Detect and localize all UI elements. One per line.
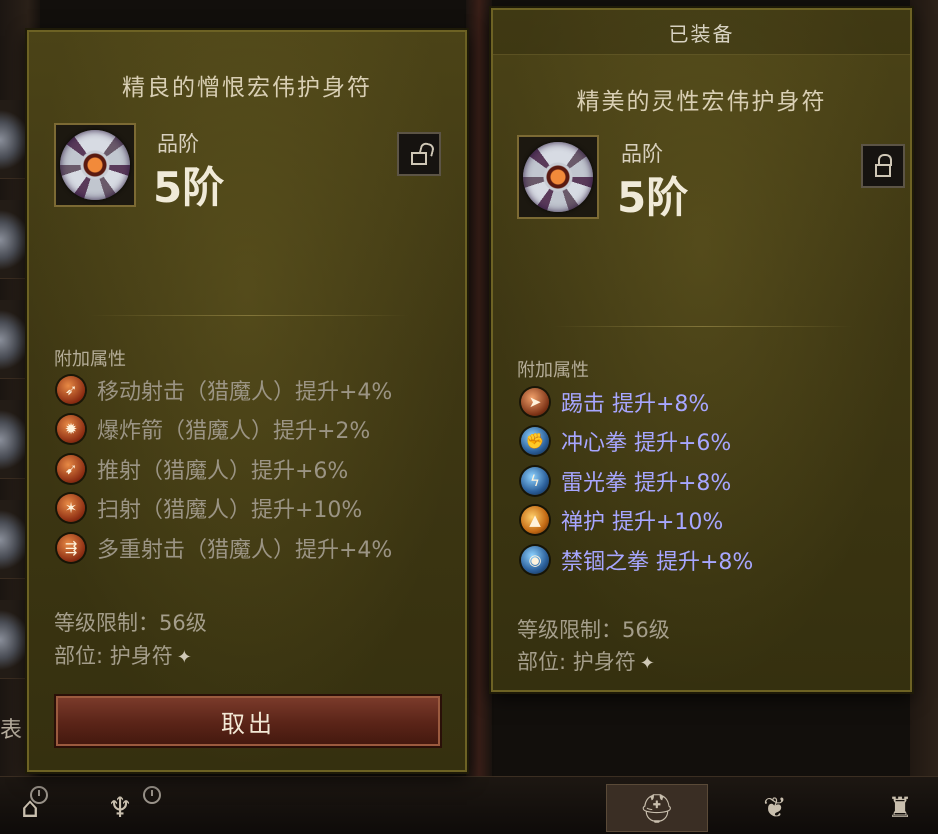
- affix-text: 雷光拳 提升+8%: [561, 470, 732, 496]
- multishot-icon: ⇶: [57, 533, 85, 562]
- item-thumbnail: [54, 123, 136, 207]
- affix-row: ✊ 冲心拳 提升+6%: [521, 422, 753, 462]
- divider: [89, 315, 409, 316]
- helmet-tab-icon[interactable]: ⛑: [606, 784, 708, 832]
- arrow-shot-icon: ➶: [57, 375, 85, 404]
- affix-row: ϟ 雷光拳 提升+8%: [521, 461, 753, 501]
- affix-text: 扫射（猎魔人）提升+10%: [97, 498, 363, 524]
- inventory-slot[interactable]: [0, 200, 28, 279]
- inventory-slot[interactable]: [0, 600, 28, 679]
- inventory-slot[interactable]: [0, 500, 28, 579]
- affix-row: ✶ 扫射（猎魔人）提升+10%: [57, 489, 392, 529]
- withdraw-button[interactable]: 取出: [56, 696, 440, 746]
- divider: [553, 326, 853, 327]
- timer-icon: [143, 786, 161, 804]
- thunder-fist-icon: ϟ: [521, 466, 549, 495]
- unlock-toggle-button[interactable]: [397, 132, 441, 176]
- strafe-icon: ✶: [57, 494, 85, 523]
- affix-text: 踢击 提升+8%: [561, 391, 710, 417]
- item-tooltip-equipped: 已装备 精美的灵性宏伟护身符 品阶 5阶 附加属性 ➤ 踢击 提升+8% ✊ 冲…: [491, 8, 912, 692]
- affix-text: 多重射击（猎魔人）提升+4%: [97, 537, 393, 563]
- timer-icon: [30, 786, 48, 804]
- locked-padlock-icon: [875, 153, 892, 177]
- inventory-slot[interactable]: [0, 400, 28, 479]
- item-name: 精美的灵性宏伟护身符: [576, 89, 827, 115]
- background-right: [910, 0, 938, 780]
- rank-value: 5阶: [617, 173, 689, 222]
- rank-value: 5阶: [153, 163, 225, 212]
- heart-strike-icon: ✊: [521, 427, 549, 456]
- impale-icon: ➹: [57, 454, 85, 483]
- affix-row: ◉ 禁锢之拳 提升+8%: [521, 540, 753, 580]
- level-requirement: 等级限制：56级: [54, 611, 207, 635]
- affix-row: ⇶ 多重射击（猎魔人）提升+4%: [57, 528, 392, 568]
- gem-tab-icon[interactable]: ❦: [745, 784, 805, 830]
- affix-text: 推射（猎魔人）提升+6%: [97, 458, 349, 484]
- item-name: 精良的憎恨宏伟护身符: [122, 75, 372, 101]
- affix-list: ➶ 移动射击（猎魔人）提升+4% ✹ 爆炸箭（猎魔人）提升+2% ➹ 推射（猎魔…: [57, 370, 392, 568]
- trident-icon[interactable]: ♆: [90, 784, 150, 830]
- explosive-arrow-icon: ✹: [57, 415, 85, 444]
- binding-fist-icon: ◉: [521, 545, 549, 574]
- item-thumbnail: [517, 135, 599, 219]
- item-slot-text: 部位: 护身符: [517, 650, 636, 674]
- item-slot: 部位: 护身符 ✦: [54, 640, 192, 670]
- pouch-tab-icon[interactable]: ♜: [870, 784, 930, 830]
- affix-section-title: 附加属性: [517, 360, 589, 381]
- side-label: 表: [0, 718, 23, 743]
- affix-text: 禅护 提升+10%: [561, 510, 724, 536]
- affix-row: ▲ 禅护 提升+10%: [521, 501, 753, 541]
- item-slot-text: 部位: 护身符: [54, 644, 173, 668]
- level-requirement: 等级限制：56级: [517, 618, 670, 642]
- affix-section-title: 附加属性: [54, 349, 126, 370]
- item-slot: 部位: 护身符 ✦: [517, 646, 655, 676]
- affix-row: ➹ 推射（猎魔人）提升+6%: [57, 449, 392, 489]
- inventory-slot[interactable]: [0, 100, 28, 179]
- affix-row: ➤ 踢击 提升+8%: [521, 382, 753, 422]
- kick-icon: ➤: [521, 387, 549, 416]
- inventory-slot[interactable]: [0, 300, 28, 379]
- amulet-icon: [523, 142, 593, 212]
- affix-row: ➶ 移动射击（猎魔人）提升+4%: [57, 370, 392, 410]
- amulet-slot-icon: ✦: [639, 653, 655, 674]
- equipped-header: 已装备: [493, 10, 910, 55]
- affix-row: ✹ 爆炸箭（猎魔人）提升+2%: [57, 410, 392, 450]
- lock-toggle-button[interactable]: [861, 144, 905, 188]
- affix-text: 冲心拳 提升+6%: [561, 431, 732, 457]
- amulet-slot-icon: ✦: [176, 647, 192, 668]
- unlocked-padlock-icon: [411, 140, 436, 165]
- background-divider: [466, 0, 492, 780]
- zen-guard-icon: ▲: [521, 506, 549, 535]
- affix-text: 禁锢之拳 提升+8%: [561, 549, 754, 575]
- affix-list: ➤ 踢击 提升+8% ✊ 冲心拳 提升+6% ϟ 雷光拳 提升+8% ▲ 禅护 …: [521, 382, 753, 580]
- affix-text: 爆炸箭（猎魔人）提升+2%: [97, 419, 371, 445]
- item-tooltip-compare: 精良的憎恨宏伟护身符 品阶 5阶 附加属性 ➶ 移动射击（猎魔人）提升+4% ✹…: [27, 30, 467, 772]
- affix-text: 移动射击（猎魔人）提升+4%: [97, 379, 393, 405]
- amulet-icon: [60, 130, 130, 200]
